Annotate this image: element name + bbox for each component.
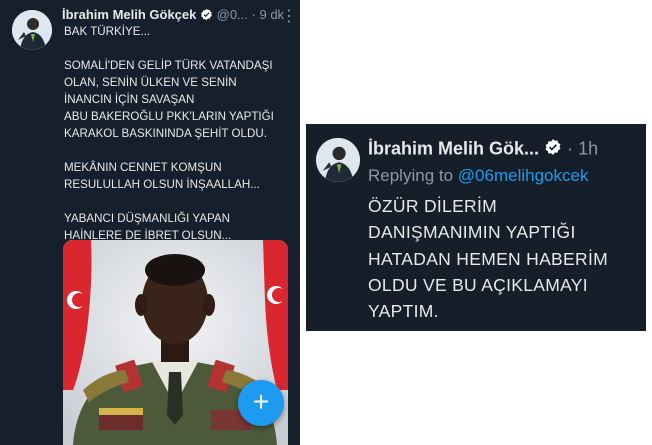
reply-time[interactable]: 1h — [578, 138, 598, 158]
tweet-line: İNANCIN İÇİN SAVAŞAN — [64, 93, 195, 106]
tweet-line: ABU BAKEROĞLU PKK'LARIN YAPTIĞI — [64, 110, 274, 123]
avatar-portrait-icon — [12, 10, 52, 50]
plus-icon: + — [252, 386, 270, 417]
tweet-line: YABANCI DÜŞMANLIĞI YAPAN — [64, 212, 231, 225]
replying-prefix: Replying to — [368, 166, 454, 185]
reply-line: ÖZÜR DİLERİM — [368, 196, 498, 216]
reply-screenshot-right: İbrahim Melih Gök... · 1h Replying to @0… — [306, 124, 646, 331]
tweet-line: SOMALİ'DEN GELİP TÜRK VATANDAŞI — [64, 59, 273, 72]
author-name[interactable]: İbrahim Melih Gök... — [368, 138, 539, 158]
author-name-row: İbrahim Melih Gökçek @0... · 9 dk — [62, 7, 284, 24]
author-name[interactable]: İbrahim Melih Gökçek — [62, 7, 196, 22]
author-avatar[interactable] — [316, 138, 360, 182]
tweet-line: BAK TÜRKİYE... — [64, 25, 151, 38]
author-avatar[interactable] — [12, 10, 52, 50]
author-name-row: İbrahim Melih Gök... · 1h — [368, 138, 598, 161]
tweet-line: OLAN, SENİN ÜLKEN VE SENİN — [64, 76, 237, 89]
reply-line: OLDU VE BU AÇIKLAMAYI — [368, 275, 588, 295]
compose-button[interactable]: + — [238, 380, 284, 426]
tweet-line: KARAKOL BASKININDA ŞEHİT OLDU. — [64, 127, 267, 140]
replying-to: Replying to @06melihgokcek — [368, 166, 588, 186]
reply-line: DANIŞMANIMIN YAPTIĞI — [368, 222, 576, 242]
separator-dot: · — [251, 7, 256, 22]
tweet-line: MEKÂNIN CENNET KOMŞUN — [64, 161, 222, 174]
avatar-portrait-icon — [316, 138, 360, 182]
replying-handle-link[interactable]: @06melihgokcek — [458, 166, 589, 185]
separator-dot: · — [567, 138, 574, 159]
verified-badge-icon — [200, 8, 213, 24]
author-handle[interactable]: @0... — [217, 7, 248, 22]
verified-badge-icon — [544, 138, 562, 161]
reply-line: HATADAN HEMEN HABERİM — [368, 249, 608, 269]
tweet-line: RESULULLAH OLSUN İNŞAALLAH... — [64, 178, 260, 191]
more-vertical-icon[interactable]: ⋮ — [281, 6, 297, 26]
reply-line: YAPTIM. — [368, 301, 439, 321]
tweet-screenshot-left: İbrahim Melih Gökçek @0... · 9 dk ⋮ BAK … — [0, 0, 300, 445]
